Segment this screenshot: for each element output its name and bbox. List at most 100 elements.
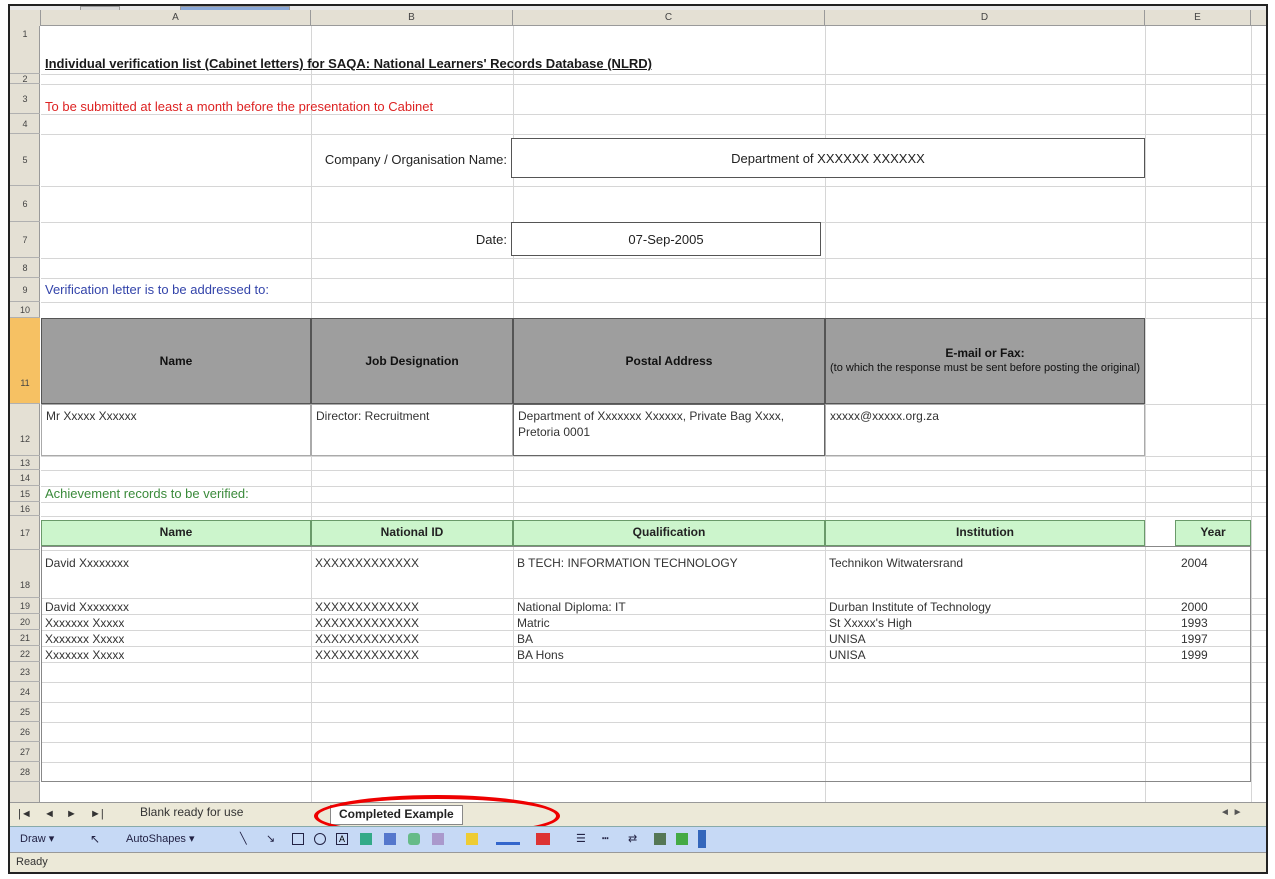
record-cell[interactable]: National Diploma: IT (517, 600, 626, 614)
record-cell[interactable]: BA Hons (517, 648, 564, 662)
record-cell[interactable]: XXXXXXXXXXXXX (315, 632, 419, 646)
column-header-e[interactable]: E (1145, 10, 1251, 26)
row-header[interactable]: 17 (10, 516, 40, 550)
row-header[interactable]: 27 (10, 742, 40, 762)
row-header[interactable]: 6 (10, 186, 40, 222)
row-header[interactable]: 10 (10, 302, 40, 318)
record-cell[interactable]: Xxxxxxx Xxxxx (45, 632, 124, 646)
address-cell-job[interactable]: Director: Recruitment (311, 404, 513, 456)
row-header[interactable]: 26 (10, 722, 40, 742)
email-header-label: E-mail or Fax: (945, 346, 1025, 360)
row-header[interactable]: 16 (10, 502, 40, 516)
select-arrow-icon[interactable]: ↖ (90, 832, 100, 846)
last-sheet-button[interactable]: ►| (90, 808, 104, 820)
row-header[interactable]: 22 (10, 646, 40, 662)
address-cell-name[interactable]: Mr Xxxxx Xxxxxx (41, 404, 311, 456)
row-header[interactable]: 18 (10, 550, 40, 598)
row-header[interactable]: 9 (10, 278, 40, 302)
record-cell[interactable]: XXXXXXXXXXXXX (315, 556, 419, 570)
record-cell[interactable]: 1999 (1181, 648, 1208, 662)
record-cell[interactable]: Xxxxxxx Xxxxx (45, 648, 124, 662)
row-header[interactable]: 28 (10, 762, 40, 782)
horizontal-scrollbar[interactable]: ◄ ► (1220, 807, 1260, 821)
record-cell[interactable]: Technikon Witwatersrand (829, 556, 963, 570)
next-sheet-button[interactable]: ► (66, 808, 77, 820)
record-cell[interactable]: Durban Institute of Technology (829, 600, 991, 614)
line-icon[interactable]: ╲ (240, 832, 247, 845)
row-header[interactable]: 14 (10, 470, 40, 486)
column-header-d[interactable]: D (825, 10, 1145, 26)
record-cell[interactable]: Xxxxxxx Xxxxx (45, 616, 124, 630)
diagram-icon[interactable] (384, 833, 396, 845)
record-cell[interactable]: 1997 (1181, 632, 1208, 646)
record-cell[interactable]: XXXXXXXXXXXXX (315, 600, 419, 614)
textbox-icon[interactable]: A (336, 833, 348, 845)
row-header[interactable]: 15 (10, 486, 40, 502)
first-sheet-button[interactable]: |◄ (18, 808, 32, 820)
spreadsheet-window: A B C D E 1 2 3 4 5 6 7 8 9 10 11 12 13 … (8, 4, 1268, 874)
record-cell[interactable]: 2004 (1181, 556, 1208, 570)
record-cell[interactable]: Matric (517, 616, 550, 630)
record-cell[interactable]: 1993 (1181, 616, 1208, 630)
row-header[interactable]: 25 (10, 702, 40, 722)
date-field[interactable]: 07-Sep-2005 (511, 222, 821, 256)
row-header[interactable]: 5 (10, 134, 40, 186)
row-header[interactable]: 1 (10, 26, 40, 74)
address-cell-email[interactable]: xxxxx@xxxxx.org.za (825, 404, 1145, 456)
row-header[interactable]: 24 (10, 682, 40, 702)
row-header[interactable]: 20 (10, 614, 40, 630)
record-cell[interactable]: BA (517, 632, 533, 646)
records-header-name: Name (41, 520, 311, 546)
select-all-corner[interactable] (10, 10, 41, 26)
record-cell[interactable]: UNISA (829, 648, 866, 662)
row-header[interactable]: 12 (10, 404, 40, 456)
column-header-b[interactable]: B (311, 10, 513, 26)
date-label: Date: (475, 232, 507, 247)
3d-style-icon[interactable] (676, 833, 688, 845)
row-header[interactable]: 4 (10, 114, 40, 134)
record-cell[interactable]: XXXXXXXXXXXXX (315, 616, 419, 630)
column-header-c[interactable]: C (513, 10, 825, 26)
row-header-selected[interactable]: 11 (10, 318, 40, 404)
picture-icon[interactable] (432, 833, 444, 845)
row-header[interactable]: 7 (10, 222, 40, 258)
autoshapes-menu-button[interactable]: AutoShapes ▾ (126, 832, 195, 845)
line-color-icon[interactable] (496, 842, 520, 845)
record-cell[interactable]: David Xxxxxxxx (45, 556, 129, 570)
address-cell-postal[interactable]: Department of Xxxxxxx Xxxxxx, Private Ba… (513, 404, 825, 456)
arrow-icon[interactable]: ↘ (266, 832, 275, 845)
record-cell[interactable]: 2000 (1181, 600, 1208, 614)
record-cell[interactable]: XXXXXXXXXXXXX (315, 648, 419, 662)
record-cell[interactable]: David Xxxxxxxx (45, 600, 129, 614)
records-table-border (41, 546, 1251, 782)
wordart-icon[interactable] (360, 833, 372, 845)
oval-icon[interactable] (314, 833, 326, 845)
font-color-icon[interactable] (536, 833, 550, 845)
tab-blank-ready[interactable]: Blank ready for use (140, 805, 243, 819)
row-header[interactable]: 2 (10, 74, 40, 84)
rectangle-icon[interactable] (292, 833, 304, 845)
dash-style-icon[interactable]: ┅ (602, 832, 609, 845)
record-cell[interactable]: B TECH: INFORMATION TECHNOLOGY (517, 556, 817, 570)
cell-grid[interactable]: Individual verification list (Cabinet le… (41, 26, 1266, 802)
row-header[interactable]: 21 (10, 630, 40, 646)
address-header-postal: Postal Address (513, 318, 825, 404)
records-header-year: Year (1175, 520, 1251, 546)
email-header-note: (to which the response must be sent befo… (829, 362, 1140, 374)
fill-color-icon[interactable] (466, 833, 478, 845)
shadow-icon[interactable] (654, 833, 666, 845)
row-header[interactable]: 13 (10, 456, 40, 470)
draw-menu-button[interactable]: Draw ▾ (20, 832, 54, 845)
clipart-icon[interactable] (408, 833, 420, 845)
prev-sheet-button[interactable]: ◄ (44, 808, 55, 820)
row-header[interactable]: 19 (10, 598, 40, 614)
line-style-icon[interactable]: ☰ (576, 832, 586, 845)
row-header[interactable]: 3 (10, 84, 40, 114)
arrow-style-icon[interactable]: ⇄ (628, 832, 637, 845)
row-header[interactable]: 23 (10, 662, 40, 682)
column-header-a[interactable]: A (41, 10, 311, 26)
row-header[interactable]: 8 (10, 258, 40, 278)
company-name-field[interactable]: Department of XXXXXX XXXXXX (511, 138, 1145, 178)
record-cell[interactable]: UNISA (829, 632, 866, 646)
record-cell[interactable]: St Xxxxx's High (829, 616, 912, 630)
